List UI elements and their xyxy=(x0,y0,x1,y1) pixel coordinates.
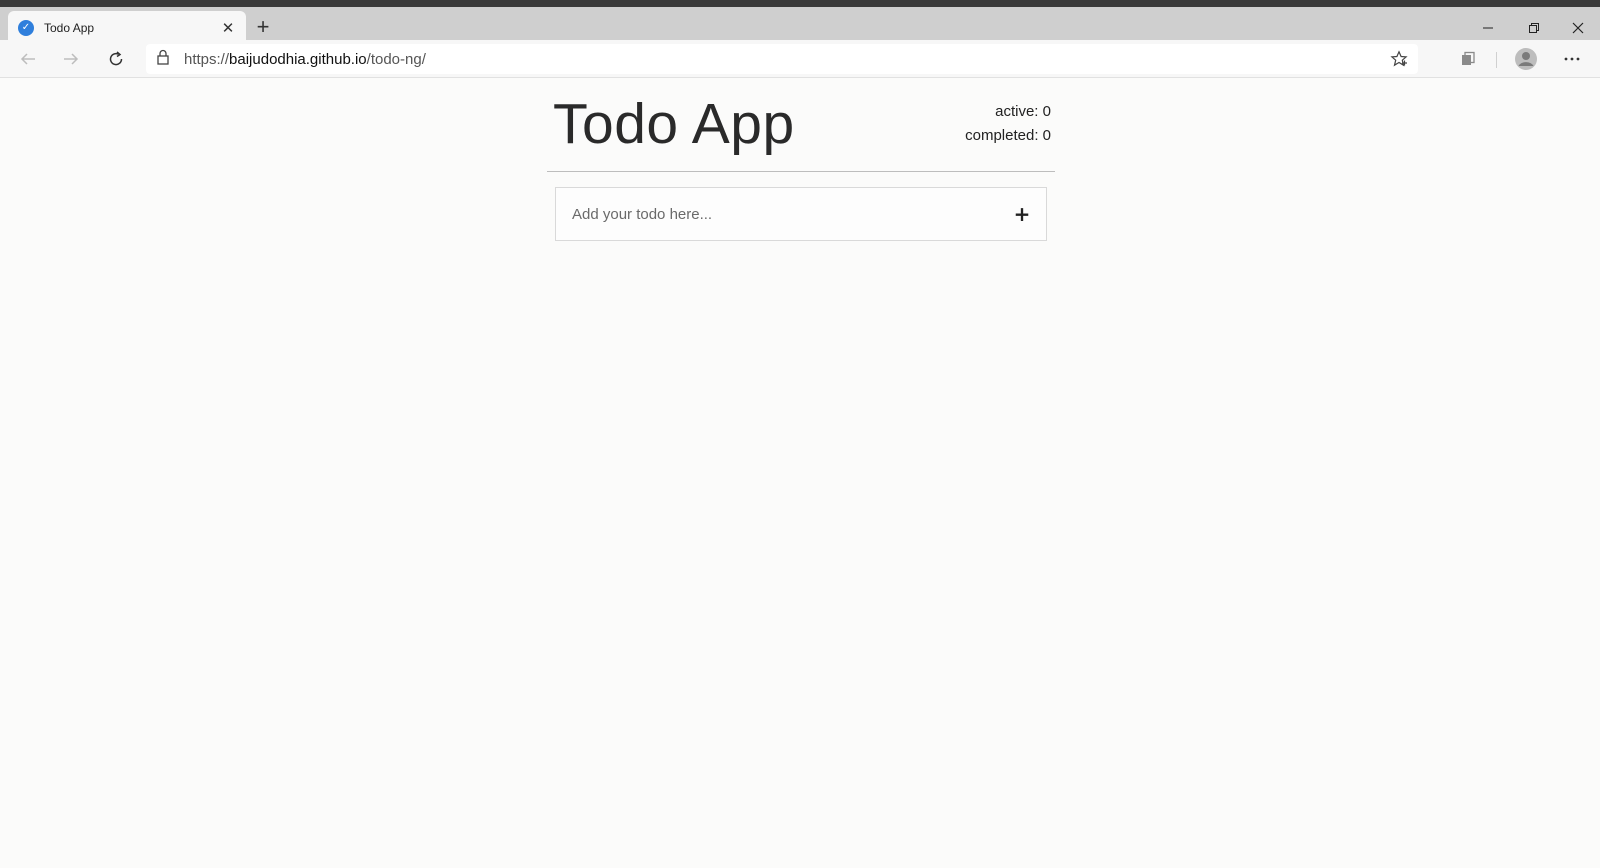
completed-count: completed: 0 xyxy=(965,127,1051,144)
url-path: /todo-ng/ xyxy=(366,50,426,68)
address-bar[interactable]: https://baijudodhia.github.io/todo-ng/ xyxy=(146,44,1418,74)
browser-toolbar: https://baijudodhia.github.io/todo-ng/ xyxy=(0,40,1600,78)
url-scheme: https:// xyxy=(184,50,230,68)
app-header: Todo App active: 0 completed: 0 xyxy=(547,88,1055,172)
add-todo-button[interactable]: + xyxy=(998,188,1046,240)
refresh-icon[interactable] xyxy=(101,44,131,74)
profile-avatar-icon[interactable] xyxy=(1511,44,1541,74)
url-text[interactable]: https://baijudodhia.github.io/todo-ng/ xyxy=(184,51,426,68)
browser-titlebar: ✓ Todo App ✕ + xyxy=(0,0,1600,44)
restore-icon[interactable] xyxy=(1512,15,1556,41)
todo-input-group: + xyxy=(555,187,1047,241)
active-count: active: 0 xyxy=(995,103,1051,120)
tab-title: Todo App xyxy=(44,20,95,35)
close-tab-icon[interactable]: ✕ xyxy=(220,20,236,37)
url-host: baijudodhia.github.io xyxy=(229,50,367,68)
plus-icon: + xyxy=(1013,202,1031,226)
favorite-star-icon[interactable] xyxy=(1390,50,1408,68)
new-tab-icon[interactable]: + xyxy=(252,16,274,38)
lock-icon[interactable] xyxy=(156,49,170,70)
forward-icon[interactable] xyxy=(56,44,86,74)
todo-favicon-icon: ✓ xyxy=(18,19,34,36)
toolbar-divider xyxy=(1496,52,1497,68)
collections-icon[interactable] xyxy=(1453,44,1483,74)
page-title: Todo App xyxy=(553,92,795,156)
todo-stats: active: 0 completed: 0 xyxy=(965,100,1051,148)
todo-input[interactable] xyxy=(556,187,998,241)
more-options-icon[interactable] xyxy=(1557,44,1587,74)
close-window-icon[interactable] xyxy=(1556,15,1600,41)
minimize-icon[interactable] xyxy=(1466,15,1510,41)
back-icon[interactable] xyxy=(13,44,43,74)
